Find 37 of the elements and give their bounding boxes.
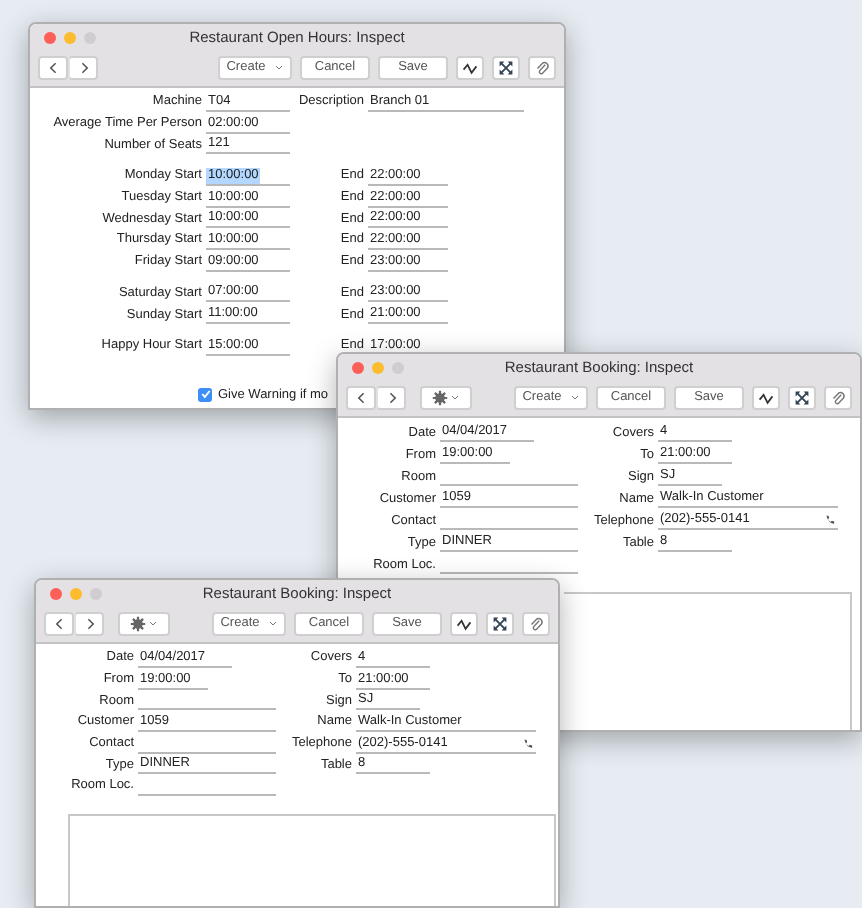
expand-button[interactable] — [788, 385, 816, 409]
back-icon — [353, 389, 369, 405]
forward-button[interactable] — [376, 385, 406, 409]
close-button[interactable] — [44, 32, 56, 44]
waveform-icon — [456, 615, 472, 631]
back-icon — [51, 615, 67, 631]
settings-button[interactable] — [118, 611, 170, 635]
paperclip-icon — [534, 59, 550, 75]
waveform-icon — [758, 389, 774, 405]
clip-button[interactable] — [824, 385, 852, 409]
phone-icon[interactable] — [522, 737, 534, 750]
settings-button[interactable] — [420, 385, 472, 409]
waveform-icon — [462, 59, 478, 75]
expand-icon — [492, 615, 508, 631]
expand-button[interactable] — [492, 55, 520, 79]
back-button[interactable] — [44, 611, 74, 635]
expand-button[interactable] — [486, 611, 514, 635]
expand-icon — [498, 59, 514, 75]
gear-icon — [130, 615, 146, 631]
wave-button[interactable] — [456, 55, 484, 79]
expand-icon — [794, 389, 810, 405]
paperclip-icon — [830, 389, 846, 405]
forward-button[interactable] — [74, 611, 104, 635]
back-button[interactable] — [346, 385, 376, 409]
back-icon — [45, 59, 61, 75]
close-button[interactable] — [352, 362, 364, 374]
checkbox[interactable] — [198, 387, 212, 402]
close-button[interactable] — [50, 588, 62, 600]
paperclip-icon — [528, 615, 544, 631]
forward-button[interactable] — [68, 55, 98, 79]
gear-icon — [432, 389, 448, 405]
back-button[interactable] — [38, 55, 68, 79]
wave-button[interactable] — [752, 385, 780, 409]
clip-button[interactable] — [528, 55, 556, 79]
phone-icon[interactable] — [824, 514, 836, 526]
clip-button[interactable] — [522, 611, 550, 635]
wave-button[interactable] — [450, 611, 478, 635]
